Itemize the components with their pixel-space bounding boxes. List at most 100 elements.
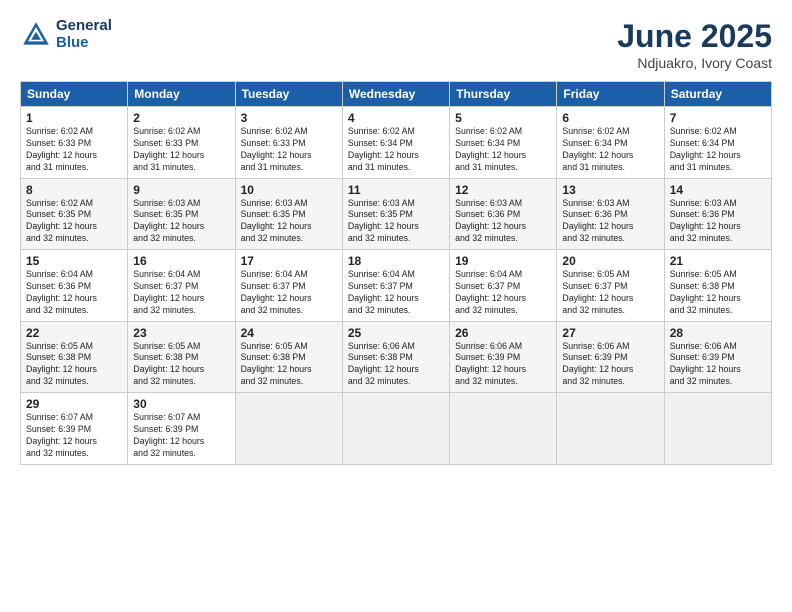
- weekday-header-wednesday: Wednesday: [342, 82, 449, 107]
- day-info: Sunrise: 6:02 AMSunset: 6:34 PMDaylight:…: [455, 126, 551, 174]
- day-number: 21: [670, 254, 766, 268]
- calendar-cell: 16Sunrise: 6:04 AMSunset: 6:37 PMDayligh…: [128, 250, 235, 322]
- day-info: Sunrise: 6:03 AMSunset: 6:36 PMDaylight:…: [562, 198, 658, 246]
- day-info: Sunrise: 6:02 AMSunset: 6:34 PMDaylight:…: [348, 126, 444, 174]
- calendar-cell: [557, 393, 664, 465]
- day-number: 17: [241, 254, 337, 268]
- weekday-header-friday: Friday: [557, 82, 664, 107]
- calendar-cell: [342, 393, 449, 465]
- day-info: Sunrise: 6:04 AMSunset: 6:37 PMDaylight:…: [455, 269, 551, 317]
- calendar-cell: 12Sunrise: 6:03 AMSunset: 6:36 PMDayligh…: [450, 178, 557, 250]
- day-number: 1: [26, 111, 122, 125]
- calendar: SundayMondayTuesdayWednesdayThursdayFrid…: [20, 81, 772, 465]
- calendar-cell: 25Sunrise: 6:06 AMSunset: 6:38 PMDayligh…: [342, 321, 449, 393]
- calendar-cell: 5Sunrise: 6:02 AMSunset: 6:34 PMDaylight…: [450, 107, 557, 179]
- day-number: 16: [133, 254, 229, 268]
- calendar-cell: 9Sunrise: 6:03 AMSunset: 6:35 PMDaylight…: [128, 178, 235, 250]
- day-info: Sunrise: 6:04 AMSunset: 6:37 PMDaylight:…: [241, 269, 337, 317]
- subtitle: Ndjuakro, Ivory Coast: [617, 55, 772, 71]
- day-number: 14: [670, 183, 766, 197]
- calendar-cell: 15Sunrise: 6:04 AMSunset: 6:36 PMDayligh…: [21, 250, 128, 322]
- day-number: 24: [241, 326, 337, 340]
- day-number: 23: [133, 326, 229, 340]
- day-number: 4: [348, 111, 444, 125]
- day-info: Sunrise: 6:04 AMSunset: 6:37 PMDaylight:…: [133, 269, 229, 317]
- day-info: Sunrise: 6:06 AMSunset: 6:39 PMDaylight:…: [670, 341, 766, 389]
- day-info: Sunrise: 6:02 AMSunset: 6:33 PMDaylight:…: [133, 126, 229, 174]
- calendar-cell: 28Sunrise: 6:06 AMSunset: 6:39 PMDayligh…: [664, 321, 771, 393]
- calendar-cell: 23Sunrise: 6:05 AMSunset: 6:38 PMDayligh…: [128, 321, 235, 393]
- header: General Blue June 2025 Ndjuakro, Ivory C…: [20, 18, 772, 71]
- day-info: Sunrise: 6:02 AMSunset: 6:34 PMDaylight:…: [670, 126, 766, 174]
- calendar-header-row: SundayMondayTuesdayWednesdayThursdayFrid…: [21, 82, 772, 107]
- calendar-cell: 19Sunrise: 6:04 AMSunset: 6:37 PMDayligh…: [450, 250, 557, 322]
- calendar-body: 1Sunrise: 6:02 AMSunset: 6:33 PMDaylight…: [21, 107, 772, 465]
- day-info: Sunrise: 6:07 AMSunset: 6:39 PMDaylight:…: [133, 412, 229, 460]
- calendar-cell: 7Sunrise: 6:02 AMSunset: 6:34 PMDaylight…: [664, 107, 771, 179]
- day-info: Sunrise: 6:07 AMSunset: 6:39 PMDaylight:…: [26, 412, 122, 460]
- calendar-cell: 6Sunrise: 6:02 AMSunset: 6:34 PMDaylight…: [557, 107, 664, 179]
- calendar-cell: 29Sunrise: 6:07 AMSunset: 6:39 PMDayligh…: [21, 393, 128, 465]
- day-number: 6: [562, 111, 658, 125]
- day-number: 15: [26, 254, 122, 268]
- calendar-cell: 3Sunrise: 6:02 AMSunset: 6:33 PMDaylight…: [235, 107, 342, 179]
- day-number: 5: [455, 111, 551, 125]
- day-number: 8: [26, 183, 122, 197]
- day-number: 19: [455, 254, 551, 268]
- day-number: 7: [670, 111, 766, 125]
- day-info: Sunrise: 6:06 AMSunset: 6:39 PMDaylight:…: [562, 341, 658, 389]
- day-number: 3: [241, 111, 337, 125]
- day-info: Sunrise: 6:05 AMSunset: 6:38 PMDaylight:…: [133, 341, 229, 389]
- calendar-week-2: 8Sunrise: 6:02 AMSunset: 6:35 PMDaylight…: [21, 178, 772, 250]
- calendar-week-5: 29Sunrise: 6:07 AMSunset: 6:39 PMDayligh…: [21, 393, 772, 465]
- day-number: 10: [241, 183, 337, 197]
- day-info: Sunrise: 6:02 AMSunset: 6:35 PMDaylight:…: [26, 198, 122, 246]
- day-number: 26: [455, 326, 551, 340]
- day-info: Sunrise: 6:03 AMSunset: 6:35 PMDaylight:…: [348, 198, 444, 246]
- day-number: 28: [670, 326, 766, 340]
- day-info: Sunrise: 6:03 AMSunset: 6:36 PMDaylight:…: [670, 198, 766, 246]
- day-number: 2: [133, 111, 229, 125]
- day-info: Sunrise: 6:02 AMSunset: 6:33 PMDaylight:…: [241, 126, 337, 174]
- calendar-week-4: 22Sunrise: 6:05 AMSunset: 6:38 PMDayligh…: [21, 321, 772, 393]
- calendar-week-1: 1Sunrise: 6:02 AMSunset: 6:33 PMDaylight…: [21, 107, 772, 179]
- day-info: Sunrise: 6:04 AMSunset: 6:36 PMDaylight:…: [26, 269, 122, 317]
- weekday-header-saturday: Saturday: [664, 82, 771, 107]
- page: General Blue June 2025 Ndjuakro, Ivory C…: [0, 0, 792, 612]
- logo: General Blue: [20, 18, 112, 51]
- calendar-cell: 27Sunrise: 6:06 AMSunset: 6:39 PMDayligh…: [557, 321, 664, 393]
- day-number: 27: [562, 326, 658, 340]
- weekday-header-tuesday: Tuesday: [235, 82, 342, 107]
- calendar-cell: 1Sunrise: 6:02 AMSunset: 6:33 PMDaylight…: [21, 107, 128, 179]
- day-info: Sunrise: 6:05 AMSunset: 6:38 PMDaylight:…: [26, 341, 122, 389]
- day-info: Sunrise: 6:06 AMSunset: 6:38 PMDaylight:…: [348, 341, 444, 389]
- calendar-cell: [450, 393, 557, 465]
- calendar-cell: [664, 393, 771, 465]
- weekday-header-monday: Monday: [128, 82, 235, 107]
- day-number: 9: [133, 183, 229, 197]
- calendar-week-3: 15Sunrise: 6:04 AMSunset: 6:36 PMDayligh…: [21, 250, 772, 322]
- calendar-cell: 14Sunrise: 6:03 AMSunset: 6:36 PMDayligh…: [664, 178, 771, 250]
- calendar-cell: 11Sunrise: 6:03 AMSunset: 6:35 PMDayligh…: [342, 178, 449, 250]
- day-info: Sunrise: 6:04 AMSunset: 6:37 PMDaylight:…: [348, 269, 444, 317]
- calendar-cell: 2Sunrise: 6:02 AMSunset: 6:33 PMDaylight…: [128, 107, 235, 179]
- calendar-cell: 10Sunrise: 6:03 AMSunset: 6:35 PMDayligh…: [235, 178, 342, 250]
- calendar-cell: 24Sunrise: 6:05 AMSunset: 6:38 PMDayligh…: [235, 321, 342, 393]
- weekday-header-sunday: Sunday: [21, 82, 128, 107]
- calendar-cell: 8Sunrise: 6:02 AMSunset: 6:35 PMDaylight…: [21, 178, 128, 250]
- day-info: Sunrise: 6:03 AMSunset: 6:35 PMDaylight:…: [241, 198, 337, 246]
- title-block: June 2025 Ndjuakro, Ivory Coast: [617, 18, 772, 71]
- day-number: 18: [348, 254, 444, 268]
- calendar-cell: 30Sunrise: 6:07 AMSunset: 6:39 PMDayligh…: [128, 393, 235, 465]
- calendar-cell: 18Sunrise: 6:04 AMSunset: 6:37 PMDayligh…: [342, 250, 449, 322]
- calendar-cell: 22Sunrise: 6:05 AMSunset: 6:38 PMDayligh…: [21, 321, 128, 393]
- day-info: Sunrise: 6:02 AMSunset: 6:33 PMDaylight:…: [26, 126, 122, 174]
- day-number: 12: [455, 183, 551, 197]
- day-number: 11: [348, 183, 444, 197]
- calendar-cell: 17Sunrise: 6:04 AMSunset: 6:37 PMDayligh…: [235, 250, 342, 322]
- day-number: 25: [348, 326, 444, 340]
- day-number: 29: [26, 397, 122, 411]
- day-info: Sunrise: 6:03 AMSunset: 6:35 PMDaylight:…: [133, 198, 229, 246]
- calendar-cell: 20Sunrise: 6:05 AMSunset: 6:37 PMDayligh…: [557, 250, 664, 322]
- calendar-cell: 26Sunrise: 6:06 AMSunset: 6:39 PMDayligh…: [450, 321, 557, 393]
